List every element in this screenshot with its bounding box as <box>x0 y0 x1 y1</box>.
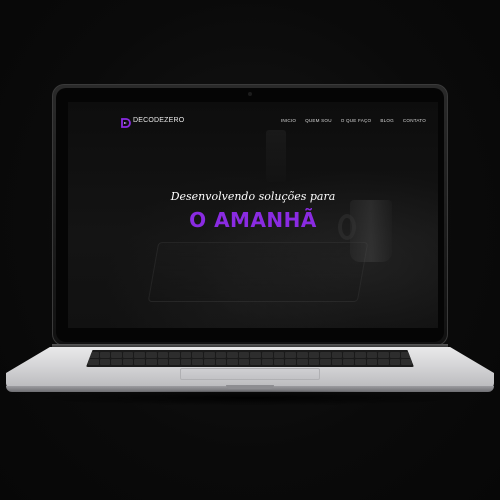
keyboard-key <box>99 352 111 358</box>
keyboard-key <box>296 352 308 358</box>
laptop-shadow <box>30 390 470 406</box>
keyboard-key <box>343 352 354 358</box>
keyboard-key <box>111 359 122 365</box>
nav-item-contato[interactable]: CONTATO <box>403 118 426 123</box>
site-logo[interactable]: DECODEZERO <box>121 115 185 128</box>
keyboard-key <box>308 359 320 365</box>
keyboard-key <box>378 352 389 358</box>
keyboard-key <box>354 359 366 365</box>
keyboard-key <box>343 359 354 365</box>
keyboard-key <box>215 359 227 365</box>
keyboard-key <box>366 352 378 358</box>
keyboard-key <box>308 352 320 358</box>
laptop-trackpad <box>180 368 320 380</box>
keyboard-key <box>366 359 378 365</box>
keyboard-key <box>296 359 308 365</box>
keyboard-key <box>169 359 180 365</box>
keyboard-key <box>285 359 296 365</box>
nav-item-inicio[interactable]: INICIO <box>281 118 296 123</box>
keyboard-key <box>157 352 169 358</box>
keyboard-key <box>157 359 169 365</box>
keyboard-key <box>320 359 331 365</box>
keyboard-key <box>134 359 146 365</box>
keyboard-key <box>250 352 262 358</box>
keyboard-key <box>262 352 273 358</box>
keyboard-key <box>134 352 146 358</box>
keyboard-key <box>204 352 215 358</box>
keyboard-key <box>192 359 204 365</box>
keyboard-key <box>238 352 250 358</box>
keyboard-key <box>122 352 134 358</box>
mockup-stage: DECODEZERO INICIO QUEM SOU O QUE FAÇO BL… <box>0 0 500 500</box>
keyboard-key <box>146 352 157 358</box>
keyboard-key <box>180 352 192 358</box>
keyboard-key <box>331 359 343 365</box>
keyboard-key <box>273 359 285 365</box>
laptop-lid: DECODEZERO INICIO QUEM SOU O QUE FAÇO BL… <box>52 84 448 346</box>
keyboard-key <box>227 359 238 365</box>
background-laptop <box>147 242 369 302</box>
keyboard-key <box>88 359 99 365</box>
keyboard-key <box>227 352 238 358</box>
keyboard-key <box>250 359 262 365</box>
keyboard-key <box>401 359 412 365</box>
hero-title: O AMANHÃ <box>189 208 317 232</box>
laptop-bezel: DECODEZERO INICIO QUEM SOU O QUE FAÇO BL… <box>56 88 444 342</box>
site-nav-menu: INICIO QUEM SOU O QUE FAÇO BLOG CONTATO <box>281 118 426 123</box>
logo-text: DECODEZERO <box>133 116 185 124</box>
keyboard-key <box>204 359 215 365</box>
site-navbar: DECODEZERO INICIO QUEM SOU O QUE FAÇO BL… <box>68 102 438 136</box>
keyboard-key <box>180 359 192 365</box>
keyboard-key <box>169 352 180 358</box>
keyboard-key <box>354 352 366 358</box>
decodezero-d-logo-icon <box>121 115 131 128</box>
keyboard-key <box>122 359 134 365</box>
keyboard-key <box>215 352 227 358</box>
keyboard-key <box>285 352 296 358</box>
laptop-opening-notch <box>226 385 274 389</box>
keyboard-key <box>378 359 389 365</box>
nav-item-blog[interactable]: BLOG <box>380 118 394 123</box>
hero-subtitle: Desenvolvendo soluções para <box>170 190 336 203</box>
nav-item-o-que-faco[interactable]: O QUE FAÇO <box>341 118 372 123</box>
camera-icon <box>248 92 252 96</box>
keyboard-key <box>331 352 343 358</box>
keyboard-key <box>99 359 111 365</box>
laptop-screen: DECODEZERO INICIO QUEM SOU O QUE FAÇO BL… <box>68 102 438 328</box>
keyboard-key <box>320 352 331 358</box>
keyboard-key <box>192 352 204 358</box>
keyboard-key <box>111 352 122 358</box>
keyboard-key <box>238 359 250 365</box>
keyboard-key <box>146 359 157 365</box>
keyboard-key <box>389 352 401 358</box>
laptop-keyboard <box>86 350 414 367</box>
keyboard-key <box>273 352 285 358</box>
keyboard-key <box>262 359 273 365</box>
keyboard-key <box>389 359 401 365</box>
nav-item-quem-sou[interactable]: QUEM SOU <box>305 118 332 123</box>
background-plant <box>266 130 286 182</box>
